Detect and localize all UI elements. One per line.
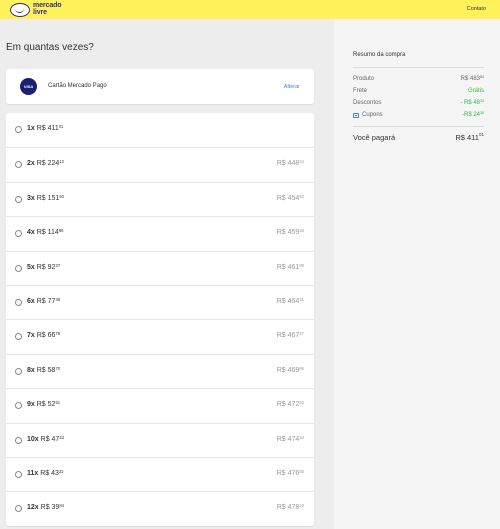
- installment-amount: 12x R$ 3984: [27, 503, 64, 512]
- payment-card-box: VISA Cartão Mercado Pago Alterar: [6, 69, 314, 104]
- radio-button[interactable]: [15, 367, 22, 375]
- logo-text-line2: livre: [33, 8, 47, 16]
- installment-amount: 10x R$ 4743: [27, 434, 64, 443]
- summary-row-shipping: Frete Grátis: [353, 88, 484, 100]
- page-title: Em quantas vezes?: [6, 42, 94, 53]
- coupons-label: Cupons: [362, 112, 383, 118]
- installment-option[interactable]: 10x R$ 4743 R$ 47434: [6, 422, 314, 457]
- installment-amount: 11x R$ 4332: [27, 469, 64, 477]
- installment-option[interactable]: 4x R$ 11488 R$ 45946: [6, 216, 314, 250]
- radio-button[interactable]: [15, 126, 22, 133]
- installment-total: R$ 45946: [276, 228, 304, 237]
- radio-button[interactable]: [15, 161, 22, 169]
- shipping-value: Grátis: [467, 88, 484, 94]
- installment-option[interactable]: 12x R$ 3984 R$ 47816: [6, 491, 314, 525]
- installment-amount: 9x R$ 5251: [27, 400, 61, 409]
- installment-total: R$ 44824: [276, 159, 304, 168]
- installment-option[interactable]: 7x R$ 6678 R$ 46747: [6, 319, 314, 353]
- installment-option[interactable]: 8x R$ 5870 R$ 46966: [6, 353, 314, 388]
- installment-amount: 2x R$ 22412: [27, 159, 64, 168]
- installment-total: R$ 46966: [276, 365, 304, 374]
- radio-button[interactable]: [15, 195, 22, 203]
- purchase-summary: Resumo da compra Produto R$ 48384 Frete …: [353, 52, 484, 147]
- shipping-label: Frete: [353, 88, 368, 94]
- product-label: Produto: [353, 76, 375, 82]
- installment-total: R$ 45482: [276, 193, 304, 202]
- summary-title: Resumo da compra: [353, 52, 406, 58]
- installment-amount: 7x R$ 6678: [27, 331, 61, 340]
- summary-row-total: Você pagará R$ 41101: [353, 132, 484, 147]
- coupons-value: -R$ 2438: [461, 111, 484, 118]
- radio-button[interactable]: [15, 505, 22, 513]
- visa-icon: VISA: [20, 78, 37, 95]
- radio-button[interactable]: [15, 333, 22, 341]
- summary-row-coupons: Cupons -R$ 2438: [353, 111, 484, 124]
- total-label: Você pagará: [353, 133, 396, 142]
- card-name: Cartão Mercado Pago: [48, 83, 107, 89]
- installment-option[interactable]: 1x R$ 41101: [6, 113, 314, 147]
- discounts-label: Descontos: [353, 100, 382, 106]
- top-header: mercado livre Contato: [0, 0, 500, 19]
- installment-amount: 6x R$ 7738: [27, 297, 61, 305]
- radio-button[interactable]: [15, 436, 22, 444]
- installment-option[interactable]: 2x R$ 22412 R$ 44824: [6, 147, 314, 181]
- installment-amount: 1x R$ 41101: [27, 124, 64, 132]
- installment-option[interactable]: 5x R$ 9237 R$ 46189: [6, 250, 314, 285]
- summary-row-discounts: Descontos - R$ 4835: [353, 99, 484, 112]
- discounts-value: - R$ 4835: [460, 99, 484, 106]
- installment-amount: 5x R$ 9237: [27, 262, 61, 271]
- coupons-label-group[interactable]: Cupons: [353, 112, 383, 118]
- installments-list: 1x R$ 41101 2x R$ 22412 R$ 44824 3x R$ 1516…: [6, 113, 314, 526]
- radio-button[interactable]: [15, 299, 22, 306]
- radio-button[interactable]: [15, 402, 22, 410]
- coupon-icon: [353, 112, 359, 118]
- handshake-logo-icon: [10, 2, 30, 17]
- logo-text: mercado livre: [33, 2, 62, 16]
- mercado-livre-logo[interactable]: mercado livre: [10, 2, 62, 17]
- radio-button[interactable]: [15, 230, 22, 238]
- total-value: R$ 41101: [455, 132, 484, 142]
- installment-total: R$ 47434: [276, 434, 304, 443]
- summary-row-product: Produto R$ 48384: [353, 75, 484, 88]
- installment-option[interactable]: 9x R$ 5251 R$ 47262: [6, 388, 314, 422]
- installment-amount: 8x R$ 5870: [27, 365, 61, 374]
- installment-option[interactable]: 11x R$ 4332 R$ 47660: [6, 457, 314, 491]
- installment-total: R$ 47816: [276, 503, 304, 512]
- product-value: R$ 48384: [460, 75, 484, 82]
- installment-total: R$ 46747: [276, 331, 304, 340]
- installment-amount: 3x R$ 15160: [27, 193, 64, 202]
- total-divider: [353, 126, 484, 127]
- radio-button[interactable]: [15, 264, 22, 272]
- installment-total: R$ 47262: [276, 400, 304, 409]
- installment-amount: 4x R$ 11488: [27, 228, 64, 237]
- installment-total: R$ 46431: [276, 297, 304, 305]
- contact-link[interactable]: Contato: [467, 6, 486, 12]
- radio-button[interactable]: [15, 471, 22, 478]
- installment-total: R$ 46189: [276, 262, 304, 271]
- summary-divider: [353, 67, 484, 68]
- change-card-link[interactable]: Alterar: [284, 84, 300, 90]
- installment-total: R$ 47660: [276, 469, 304, 477]
- installment-option[interactable]: 3x R$ 15160 R$ 45482: [6, 181, 314, 216]
- installment-option[interactable]: 6x R$ 7738 R$ 46431: [6, 285, 314, 319]
